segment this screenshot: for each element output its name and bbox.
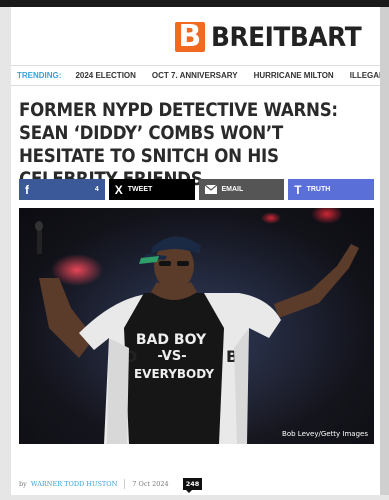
facebook-share-count: 4 bbox=[94, 186, 99, 193]
comments-count-badge[interactable]: 248 bbox=[182, 478, 203, 493]
shirt-text-line2: -VS- bbox=[157, 349, 186, 364]
facebook-icon: f bbox=[25, 182, 29, 197]
byline-prefix: by bbox=[19, 480, 27, 488]
logo-wordmark: BREITBART bbox=[210, 21, 362, 53]
photo-credit: Bob Levey/Getty Images bbox=[282, 430, 368, 438]
site-logo[interactable]: B BREITBART bbox=[174, 21, 374, 53]
author-link[interactable]: WARNER TODD HUSTON bbox=[31, 480, 117, 488]
email-label: EMAIL bbox=[221, 186, 244, 193]
share-buttons: f 4 X TWEET EMAIL T TRUTH bbox=[19, 179, 374, 200]
article-byline: by WARNER TODD HUSTON 7 Oct 2024 248 bbox=[19, 477, 203, 493]
trending-label: TRENDING: bbox=[17, 71, 62, 80]
byline-divider bbox=[124, 479, 126, 489]
article-headline: FORMER NYPD DETECTIVE WARNS: SEAN ‘DIDDY… bbox=[19, 100, 338, 190]
page-scroll-edge bbox=[380, 7, 389, 495]
logo-mark: B bbox=[174, 22, 205, 52]
shirt-text-line3: EVERYBODY bbox=[134, 367, 214, 381]
x-icon: X bbox=[114, 182, 123, 197]
browser-top-bar bbox=[0, 0, 389, 7]
article-photo[interactable]: BAD BOY -VS- EVERYBODY D B Bob Levey/Get… bbox=[19, 208, 374, 444]
envelope-icon bbox=[204, 185, 217, 194]
tweet-label: TWEET bbox=[127, 186, 153, 193]
trending-item-hurricane[interactable]: HURRICANE MILTON bbox=[254, 71, 334, 80]
shirt-text-line1: BAD BOY bbox=[136, 332, 207, 348]
performer-illustration: BAD BOY -VS- EVERYBODY D B bbox=[19, 208, 374, 444]
truth-share-button[interactable]: T TRUTH bbox=[288, 179, 374, 200]
site-header: B BREITBART bbox=[11, 7, 380, 65]
email-button[interactable]: EMAIL bbox=[198, 179, 285, 200]
trending-bar: TRENDING: 2024 ELECTION OCT 7. ANNIVERSA… bbox=[11, 65, 380, 86]
trending-item-oct7[interactable]: OCT 7. ANNIVERSARY bbox=[152, 71, 238, 80]
publish-date: 7 Oct 2024 bbox=[132, 480, 169, 488]
truth-icon: T bbox=[294, 182, 302, 197]
facebook-share-button[interactable]: f 4 bbox=[19, 179, 105, 200]
article-page: B BREITBART TRENDING: 2024 ELECTION OCT … bbox=[11, 7, 380, 495]
truth-label: TRUTH bbox=[306, 186, 331, 193]
trending-item-election[interactable]: 2024 ELECTION bbox=[75, 71, 135, 80]
trending-item-crime[interactable]: ILLEGAL ALIEN CRIME bbox=[350, 71, 380, 80]
tweet-button[interactable]: X TWEET bbox=[108, 179, 195, 200]
